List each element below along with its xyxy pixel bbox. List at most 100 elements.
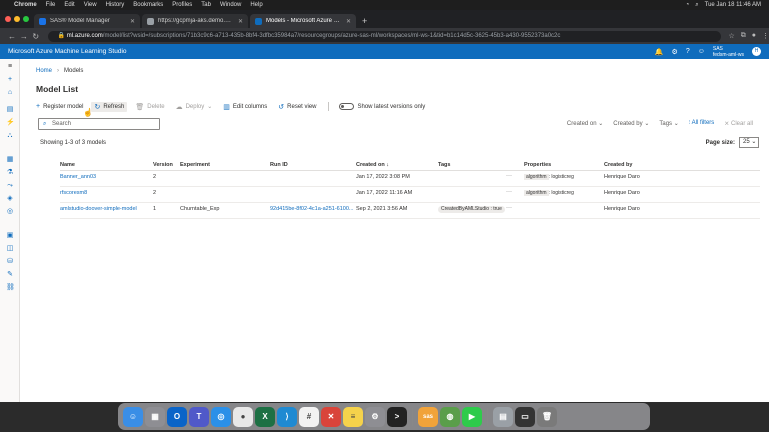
dock-launchpad-icon[interactable]: ▦ (145, 406, 165, 427)
search-input[interactable]: ⌕ Search (38, 118, 160, 130)
profile-icon[interactable]: ● (752, 32, 756, 40)
dock-vscode-icon[interactable]: ⟩ (277, 406, 297, 427)
dock-globe-icon[interactable]: ◍ (440, 406, 460, 427)
datastores-icon[interactable]: ⛁ (6, 258, 14, 266)
dock-safari-icon[interactable]: ◎ (211, 406, 231, 427)
menubar-clock[interactable]: Tue Jan 18 11:46 AM (705, 0, 761, 10)
col-header-created-by[interactable]: Created by (604, 162, 674, 168)
zoom-window-button[interactable] (23, 16, 29, 22)
back-icon[interactable]: ← (6, 32, 18, 41)
menu-file[interactable]: File (46, 0, 56, 10)
dock-excel-icon[interactable]: X (255, 406, 275, 427)
dock-facetime-icon[interactable]: ▶ (462, 406, 482, 427)
menu-history[interactable]: History (106, 0, 125, 10)
more-options-icon[interactable]: ··· (506, 189, 512, 195)
forward-icon[interactable]: → (18, 32, 30, 41)
clear-all-button[interactable]: ⨯ Clear all (724, 120, 753, 127)
home-icon[interactable]: ⌂ (6, 89, 14, 97)
dock-trash-icon[interactable]: 🗑 (537, 406, 557, 427)
menu-help[interactable]: Help (250, 0, 262, 10)
col-header-run-id[interactable]: Run ID (270, 162, 354, 168)
menu-kebab-icon[interactable]: ⋮ (762, 32, 769, 40)
labeling-icon[interactable]: ✎ (6, 271, 14, 279)
new-icon[interactable]: + (6, 76, 14, 84)
dock-finder-icon[interactable]: ☺ (123, 406, 143, 427)
workspace-selector[interactable]: SAS fedsm-aml-ws (713, 46, 744, 58)
col-header-name[interactable]: Name (60, 162, 150, 168)
col-header-version[interactable]: Version (153, 162, 177, 168)
col-header-created-on[interactable]: Created on ↓ (356, 162, 436, 168)
new-tab-button[interactable]: + (362, 14, 367, 28)
edit-columns-button[interactable]: ▥ Edit columns (223, 103, 267, 111)
notifications-icon[interactable]: 🔔 (655, 48, 664, 56)
table-row[interactable]: Banner_ann03 2 Jan 17, 2022 3:08 PM ··· … (60, 171, 760, 187)
minimize-window-button[interactable] (14, 16, 20, 22)
dock-chrome-icon[interactable]: ● (233, 406, 253, 427)
delete-button[interactable]: 🗑 Delete (135, 103, 164, 111)
menu-bookmarks[interactable]: Bookmarks (133, 0, 163, 10)
table-row[interactable]: rfscoresm8 2 Jan 17, 2022 11:16 AM ··· a… (60, 187, 760, 203)
breadcrumb-home[interactable]: Home (36, 68, 52, 74)
endpoints-icon[interactable]: ◎ (6, 208, 14, 216)
filter-tags[interactable]: Tags ⌄ (659, 120, 678, 127)
col-header-properties[interactable]: Properties (524, 162, 600, 168)
register-model-button[interactable]: + Register model (36, 103, 83, 110)
product-name[interactable]: Microsoft Azure Machine Learning Studio (8, 48, 127, 55)
dock-slack-icon[interactable]: # (299, 406, 319, 427)
linked-services-icon[interactable]: ⛓ (6, 284, 15, 292)
designer-icon[interactable]: ⛬ (6, 132, 14, 140)
col-header-experiment[interactable]: Experiment (180, 162, 266, 168)
menu-window[interactable]: Window (220, 0, 241, 10)
model-name-link[interactable]: amlstudio-doover-simple-model (60, 206, 150, 212)
reload-icon[interactable]: ↻ (30, 32, 42, 41)
refresh-button[interactable]: ↻ Refresh (91, 101, 128, 112)
deploy-button[interactable]: ☁ Deploy ⌄ (176, 103, 213, 111)
reset-view-button[interactable]: ↺ Reset view (278, 103, 316, 111)
dock-teams-icon[interactable]: T (189, 406, 209, 427)
table-row[interactable]: amlstudio-doover-simple-model 1 Churntab… (60, 203, 760, 219)
menu-tab[interactable]: Tab (201, 0, 211, 10)
browser-tab-2[interactable]: https://gcpmja-aks.demo.sas.com ✕ (142, 14, 248, 28)
filter-created-by[interactable]: Created by ⌄ (613, 120, 649, 127)
url-input[interactable]: 🔒 ml.azure.com/model/list?wsid=/subscrip… (47, 30, 721, 42)
environments-icon[interactable]: ◫ (6, 245, 14, 253)
compute-icon[interactable]: ▣ (6, 232, 14, 240)
bookmark-star-icon[interactable]: ☆ (729, 32, 735, 40)
dock-notes-icon[interactable]: ≡ (343, 406, 363, 427)
help-icon[interactable]: ? (686, 48, 690, 55)
model-name-link[interactable]: Banner_ann03 (60, 174, 150, 180)
wifi-icon[interactable]: ◔ (686, 0, 690, 10)
extensions-icon[interactable]: ⧉ (741, 32, 746, 40)
menubar-app-name[interactable]: Chrome (14, 0, 37, 10)
close-tab-icon[interactable]: ✕ (346, 18, 351, 25)
more-options-icon[interactable]: ··· (506, 205, 512, 211)
menu-edit[interactable]: Edit (64, 0, 74, 10)
all-filters-button[interactable]: ⫶ All filters (689, 120, 715, 127)
models-icon[interactable]: ◈ (6, 195, 14, 203)
col-header-tags[interactable]: Tags (438, 162, 520, 168)
close-tab-icon[interactable]: ✕ (238, 18, 243, 25)
browser-tab-3[interactable]: Models - Microsoft Azure Machi... ✕ (250, 14, 356, 28)
dock-terminal-icon[interactable]: > (387, 406, 407, 427)
close-window-button[interactable] (5, 16, 11, 22)
hamburger-icon[interactable]: ≡ (6, 63, 14, 71)
dock-display-icon[interactable]: ▭ (515, 406, 535, 427)
more-options-icon[interactable]: ··· (506, 173, 512, 179)
notebooks-icon[interactable]: ▤ (6, 106, 14, 114)
dock-sas-icon[interactable]: ✕ (321, 406, 341, 427)
model-run-id[interactable]: 92d415be-8f02-4c1a-a251-6100... (270, 206, 354, 212)
dock-settings-icon[interactable]: ⚙ (365, 406, 385, 427)
dock-sas-launcher-icon[interactable]: sas (418, 406, 438, 427)
avatar[interactable]: H (752, 47, 761, 56)
experiments-icon[interactable]: ⚗ (6, 169, 14, 177)
pipelines-icon[interactable]: ⤳ (6, 182, 14, 190)
search-icon[interactable]: ⌕ (695, 0, 698, 10)
automl-icon[interactable]: ⚡ (6, 119, 15, 127)
datasets-icon[interactable]: ▦ (6, 156, 14, 164)
menu-profiles[interactable]: Profiles (172, 0, 192, 10)
browser-tab-1[interactable]: SAS® Model Manager ✕ (34, 14, 140, 28)
menu-view[interactable]: View (84, 0, 97, 10)
settings-icon[interactable]: ⚙ (672, 48, 678, 56)
model-name-link[interactable]: rfscoresm8 (60, 190, 150, 196)
dock-preview-icon[interactable]: ▤ (493, 406, 513, 427)
